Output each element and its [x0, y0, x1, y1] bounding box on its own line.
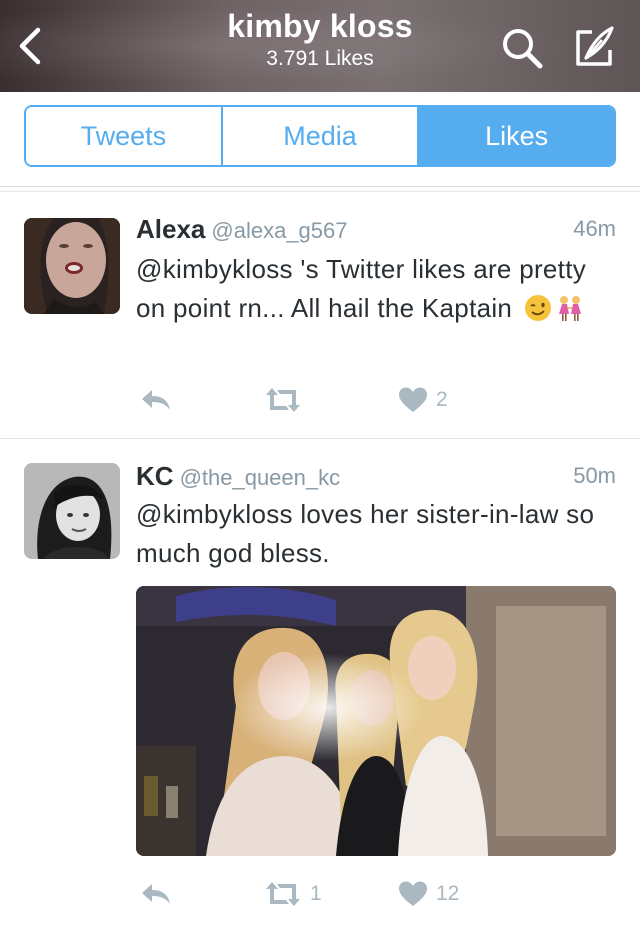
heart-icon [399, 387, 427, 412]
tweet-header: KC @the_queen_kc 50m [136, 461, 616, 495]
tweet-time: 46m [573, 216, 616, 241]
tab-likes[interactable]: Likes [417, 107, 614, 165]
like-count: 12 [436, 882, 460, 905]
tweet-actions: 2 [136, 386, 596, 422]
search-icon [503, 29, 543, 69]
avatar[interactable] [24, 463, 120, 559]
display-name[interactable]: Alexa [136, 214, 205, 244]
tweet-photo[interactable] [136, 586, 616, 856]
tweet-header: Alexa @alexa_g567 46m [136, 214, 616, 248]
avatar[interactable] [24, 218, 120, 314]
tweet-text-content: @kimbykloss loves her sister-in-law so m… [136, 499, 595, 568]
tweet-actions: 1 12 [136, 880, 596, 916]
tab-tweets[interactable]: Tweets [26, 107, 221, 165]
compose-button[interactable] [570, 24, 618, 72]
winking-face-emoji [524, 294, 552, 322]
tweet-time: 50m [573, 463, 616, 488]
tweet-text-content: @kimbykloss 's Twitter likes are pretty … [136, 254, 587, 323]
compose-icon [576, 26, 614, 66]
heart-icon [399, 881, 427, 906]
like-count: 2 [436, 388, 448, 411]
tweet-text: @kimbykloss 's Twitter likes are pretty … [136, 250, 610, 328]
user-handle[interactable]: @the_queen_kc [180, 465, 341, 490]
user-handle[interactable]: @alexa_g567 [211, 218, 347, 243]
display-name[interactable]: KC [136, 461, 174, 491]
tweet-item[interactable]: Alexa @alexa_g567 46m @kimbykloss 's Twit… [0, 192, 640, 438]
like-button[interactable]: 12 [398, 880, 459, 908]
reply-icon [142, 390, 170, 410]
retweet-icon [266, 388, 300, 412]
retweet-button[interactable]: 1 [264, 880, 322, 908]
women-holding-hands-emoji [556, 294, 584, 322]
retweet-count: 1 [310, 882, 322, 905]
profile-header: kimby kloss 3.791 Likes [0, 0, 640, 92]
retweet-icon [266, 882, 300, 906]
reply-button[interactable] [140, 386, 172, 414]
retweet-button[interactable] [264, 386, 302, 414]
reply-icon [142, 884, 170, 904]
profile-tabs: Tweets Media Likes [24, 105, 616, 167]
search-button[interactable] [498, 24, 546, 72]
tweet-text: @kimbykloss loves her sister-in-law so m… [136, 495, 610, 573]
reply-button[interactable] [140, 880, 172, 908]
tab-media[interactable]: Media [220, 107, 418, 165]
like-button[interactable]: 2 [398, 386, 448, 414]
